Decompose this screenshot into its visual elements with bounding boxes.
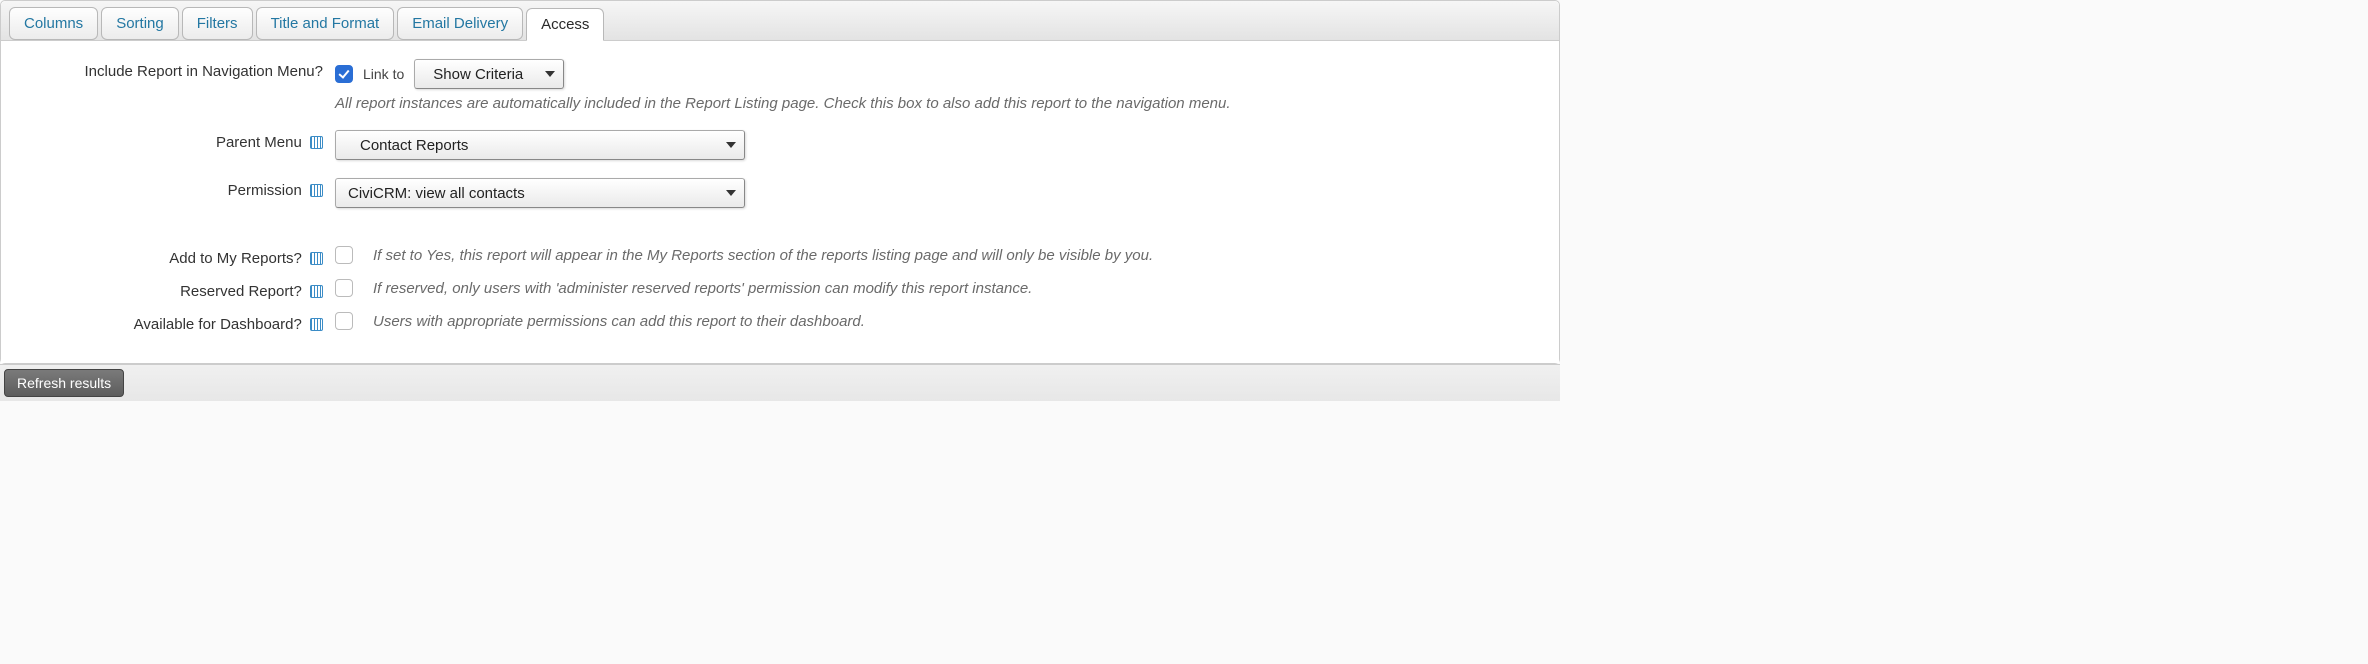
include-nav-checkbox[interactable] xyxy=(335,65,353,83)
chevron-down-icon xyxy=(726,142,736,148)
row-dashboard: Available for Dashboard? Users with appr… xyxy=(11,312,1549,333)
reserved-label: Reserved Report? xyxy=(180,283,302,300)
refresh-results-button[interactable]: Refresh results xyxy=(4,369,124,397)
chevron-down-icon xyxy=(545,71,555,77)
access-panel: Include Report in Navigation Menu? Link … xyxy=(1,41,1559,363)
dashboard-hint: Users with appropriate permissions can a… xyxy=(373,313,865,330)
reserved-hint: If reserved, only users with 'administer… xyxy=(373,280,1032,297)
parent-menu-select[interactable]: Contact Reports xyxy=(335,130,745,160)
help-icon[interactable] xyxy=(310,184,323,197)
help-icon[interactable] xyxy=(310,285,323,298)
include-nav-hint: All report instances are automatically i… xyxy=(335,95,1549,112)
dashboard-label: Available for Dashboard? xyxy=(134,316,302,333)
row-permission: Permission CiviCRM: view all contacts xyxy=(11,178,1549,208)
dashboard-checkbox[interactable] xyxy=(335,312,353,330)
my-reports-label: Add to My Reports? xyxy=(169,250,302,267)
permission-label: Permission xyxy=(228,182,302,199)
tab-sorting[interactable]: Sorting xyxy=(101,7,179,40)
help-icon[interactable] xyxy=(310,318,323,331)
my-reports-hint: If set to Yes, this report will appear i… xyxy=(373,247,1153,264)
tab-email-delivery[interactable]: Email Delivery xyxy=(397,7,523,40)
row-reserved: Reserved Report? If reserved, only users… xyxy=(11,279,1549,300)
reserved-checkbox[interactable] xyxy=(335,279,353,297)
linkto-select[interactable]: Show Criteria xyxy=(414,59,564,89)
parent-menu-label: Parent Menu xyxy=(216,134,302,151)
row-my-reports: Add to My Reports? If set to Yes, this r… xyxy=(11,246,1549,267)
tab-filters[interactable]: Filters xyxy=(182,7,253,40)
tab-title-format[interactable]: Title and Format xyxy=(256,7,395,40)
help-icon[interactable] xyxy=(310,136,323,149)
permission-select[interactable]: CiviCRM: view all contacts xyxy=(335,178,745,208)
row-include-nav: Include Report in Navigation Menu? Link … xyxy=(11,59,1549,112)
include-nav-label: Include Report in Navigation Menu? xyxy=(85,63,323,80)
linkto-value: Show Criteria xyxy=(433,66,523,83)
help-icon[interactable] xyxy=(310,252,323,265)
label-include-nav: Include Report in Navigation Menu? xyxy=(11,59,331,80)
linkto-label: Link to xyxy=(363,66,404,82)
row-parent-menu: Parent Menu Contact Reports xyxy=(11,130,1549,160)
tab-columns[interactable]: Columns xyxy=(9,7,98,40)
my-reports-checkbox[interactable] xyxy=(335,246,353,264)
chevron-down-icon xyxy=(726,190,736,196)
footer-bar: Refresh results xyxy=(0,364,1560,401)
tab-access[interactable]: Access xyxy=(526,8,604,41)
report-settings-panel: Columns Sorting Filters Title and Format… xyxy=(0,0,1560,364)
parent-menu-value: Contact Reports xyxy=(360,137,468,154)
tab-bar: Columns Sorting Filters Title and Format… xyxy=(1,1,1559,41)
permission-value: CiviCRM: view all contacts xyxy=(348,185,525,202)
